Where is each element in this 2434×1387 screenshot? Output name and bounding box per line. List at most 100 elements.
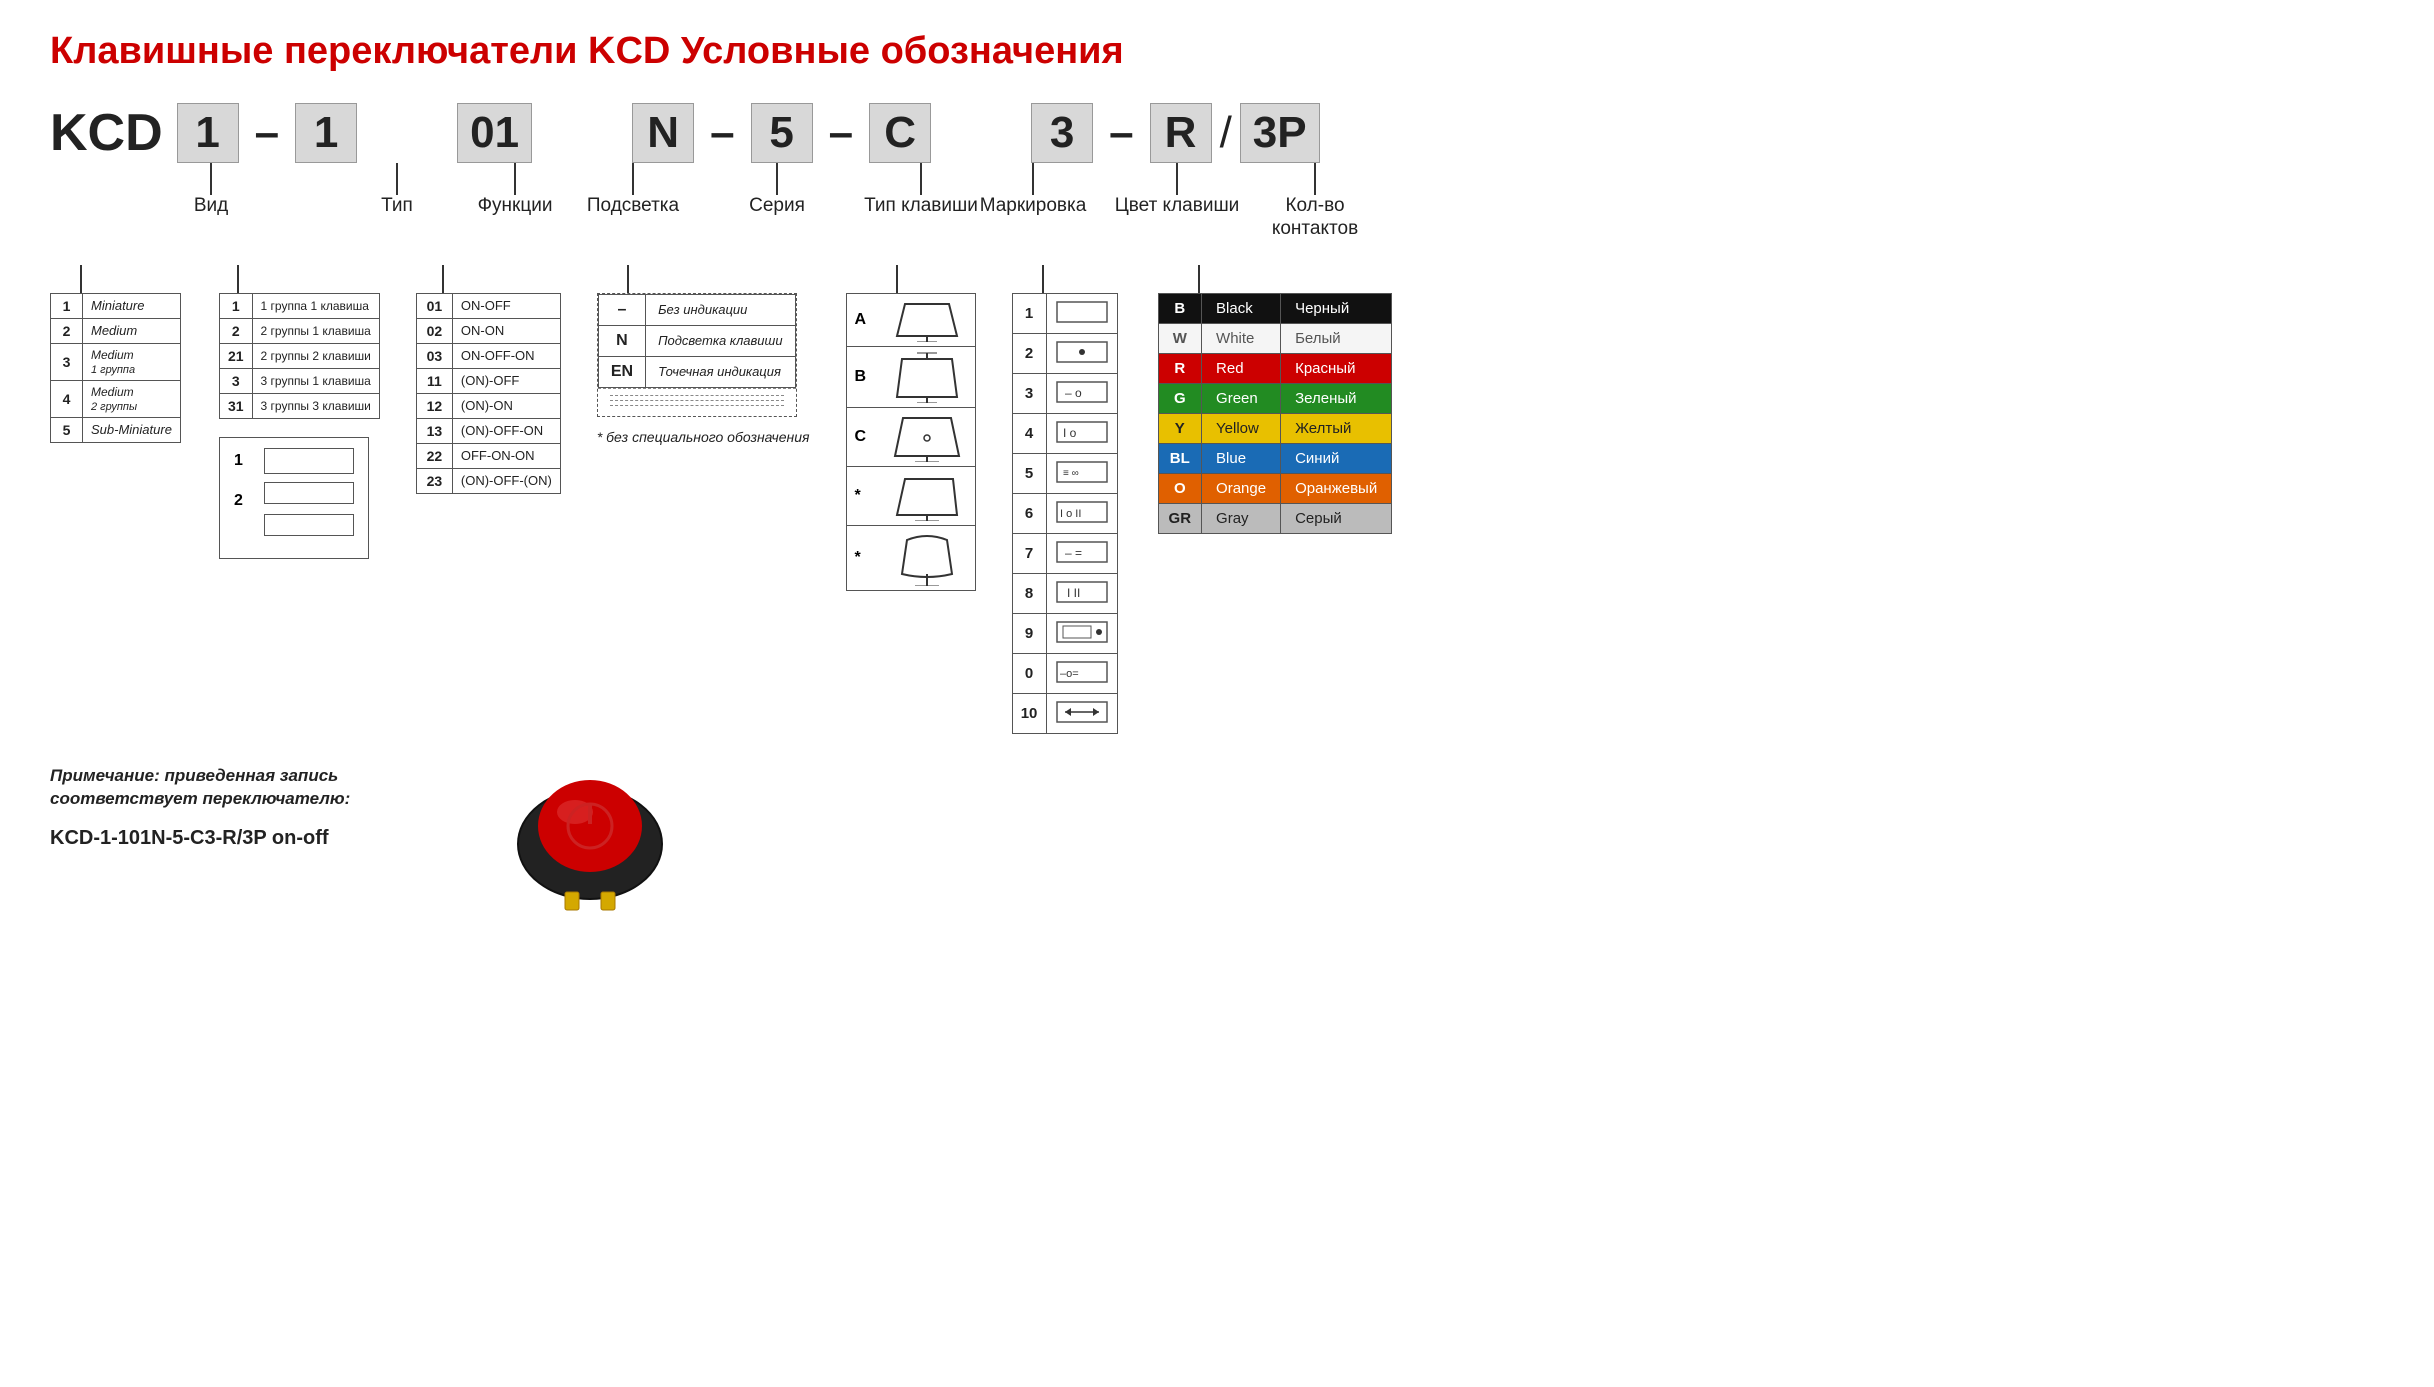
label-backlight: Подсветка xyxy=(602,163,664,217)
switch-diagrams: 1 2 xyxy=(219,437,369,559)
col-marking: 1 2 xyxy=(1012,265,1118,734)
backlight-dashed: – Без индикации N Подсветка клавиши EN Т… xyxy=(597,293,797,417)
page: Клавишные переключатели KCD Условные обо… xyxy=(40,30,2394,917)
kcd-box-marking: 3 xyxy=(1031,103,1093,163)
special-note: * без специального обозначения xyxy=(597,429,810,445)
svg-text:– o: – o xyxy=(1065,386,1082,400)
label-keytype: Тип клавиши xyxy=(890,163,952,217)
table-row: 3 Medium1 группа xyxy=(51,343,181,380)
kcd-prefix: KCD xyxy=(50,103,163,163)
marking-9-icon xyxy=(1055,618,1109,646)
table-row: 01 ON-OFF xyxy=(416,293,560,318)
marking-3-icon: – o xyxy=(1055,378,1109,406)
table-row: 1 Miniature xyxy=(51,293,181,318)
marking-1-icon xyxy=(1055,298,1109,326)
dashed-ext-lines xyxy=(598,388,796,416)
kcd-box-backlight: N xyxy=(632,103,694,163)
table-row: N Подсветка клавиши xyxy=(598,325,795,356)
svg-text:I o II: I o II xyxy=(1060,508,1081,520)
table-row: 3 – o xyxy=(1012,373,1117,413)
main-columns: 1 Miniature 2 Medium 3 Medium1 группа 4 … xyxy=(50,265,2394,734)
marking-7-icon: – = xyxy=(1055,538,1109,566)
kcd-code-row: KCD 1 – 1 01 N – 5 – C 3 – R / xyxy=(50,103,2394,163)
kcd-box-tip: 1 xyxy=(295,103,357,163)
table-row: 2 2 группы 1 клавиша xyxy=(219,318,379,343)
table-row: O Orange Оранжевый xyxy=(1158,473,1392,503)
page-title: Клавишные переключатели KCD Условные обо… xyxy=(50,30,2394,73)
table-row: 23 (ON)-OFF-(ON) xyxy=(416,468,560,493)
tick-series xyxy=(896,265,898,293)
switch-image xyxy=(510,754,670,917)
keytype-row-C: C xyxy=(847,408,975,467)
table-row: 31 3 группы 3 клавиши xyxy=(219,393,379,418)
table-row: B Black Черный xyxy=(1158,293,1392,323)
kcd-dash-1: – xyxy=(239,108,295,158)
table-row: 8 I II xyxy=(1012,573,1117,613)
kcd-dash-3: – xyxy=(813,108,869,158)
kcd-dash-2: – xyxy=(694,108,750,158)
table-row: 4 I o xyxy=(1012,413,1117,453)
col-backlight: – Без индикации N Подсветка клавиши EN Т… xyxy=(597,265,810,445)
marking-table: 1 2 xyxy=(1012,293,1118,734)
label-contacts: Кол-воконтактов xyxy=(1278,163,1352,241)
table-row: 4 Medium2 группы xyxy=(51,380,181,417)
marking-4-icon: I o xyxy=(1055,418,1109,446)
keytype-svg-A xyxy=(887,298,967,342)
keytype-svg-C xyxy=(887,412,967,462)
table-row: 2 xyxy=(1012,333,1117,373)
marking-6-icon: I o II xyxy=(1055,498,1109,526)
note-text-area: Примечание: приведенная запись соответст… xyxy=(50,764,470,851)
table-row: 13 (ON)-OFF-ON xyxy=(416,418,560,443)
table-row: W White Белый xyxy=(1158,323,1392,353)
kcd-box-contacts: 3P xyxy=(1240,103,1320,163)
table-row: 22 OFF-ON-ON xyxy=(416,443,560,468)
svg-text:– =: – = xyxy=(1065,546,1082,560)
marking-0-icon: –o= xyxy=(1055,658,1109,686)
table-row: R Red Красный xyxy=(1158,353,1392,383)
svg-text:I o: I o xyxy=(1063,426,1077,440)
kcd-box-color: R xyxy=(1150,103,1212,163)
table-row: 6 I o II xyxy=(1012,493,1117,533)
table-row: 1 1 группа 1 клавиша xyxy=(219,293,379,318)
marking-5-icon: ≡ ∞ xyxy=(1055,458,1109,486)
table-row: 10 xyxy=(1012,693,1117,733)
col-series: A B xyxy=(846,265,976,591)
table-row: 9 xyxy=(1012,613,1117,653)
table-row: 5 ≡ ∞ xyxy=(1012,453,1117,493)
tick-vid xyxy=(80,265,82,293)
keytype-svg-star xyxy=(887,471,967,521)
col-vid: 1 Miniature 2 Medium 3 Medium1 группа 4 … xyxy=(50,265,181,443)
keytype-svg-foot xyxy=(887,530,967,586)
table-row: 2 Medium xyxy=(51,318,181,343)
col-tip: 1 1 группа 1 клавиша 2 2 группы 1 клавиш… xyxy=(219,265,380,559)
label-tip: Тип xyxy=(366,163,428,217)
kcd-box-keytype: C xyxy=(869,103,931,163)
backlight-table: – Без индикации N Подсветка клавиши EN Т… xyxy=(598,294,796,388)
marking-10-icon xyxy=(1055,698,1109,726)
tip-table: 1 1 группа 1 клавиша 2 2 группы 1 клавиш… xyxy=(219,293,380,419)
color-table: B Black Черный W White Белый R Red Красн… xyxy=(1158,293,1393,534)
tick-func xyxy=(442,265,444,293)
label-func: Функции xyxy=(478,163,552,217)
table-row: 3 3 группы 1 клавиша xyxy=(219,368,379,393)
vid-table: 1 Miniature 2 Medium 3 Medium1 группа 4 … xyxy=(50,293,181,443)
kcd-code-area: KCD 1 – 1 01 N – 5 – C 3 – R / xyxy=(50,103,2394,241)
kcd-box-vid: 1 xyxy=(177,103,239,163)
label-marking: Маркировка xyxy=(1002,163,1064,217)
label-series: Серия xyxy=(746,163,808,217)
switch-svg xyxy=(510,754,670,914)
table-row: 12 (ON)-ON xyxy=(416,393,560,418)
switch-row-2: 2 xyxy=(234,482,354,540)
keytype-row-A: A xyxy=(847,294,975,347)
note-row: Примечание: приведенная запись соответст… xyxy=(50,764,2394,917)
table-row: 5 Sub-Miniature xyxy=(51,417,181,442)
kcd-box-func: 01 xyxy=(457,103,532,163)
tick-backlight xyxy=(627,265,629,293)
keytype-row-B: B xyxy=(847,347,975,408)
col-func: 01 ON-OFF 02 ON-ON 03 ON-OFF-ON 11 (ON)-… xyxy=(416,265,561,494)
kcd-dash-4: – xyxy=(1093,108,1149,158)
tick-marking xyxy=(1042,265,1044,293)
tick-color xyxy=(1198,265,1200,293)
table-row: GR Gray Серый xyxy=(1158,503,1392,533)
kcd-slash: / xyxy=(1212,108,1240,158)
